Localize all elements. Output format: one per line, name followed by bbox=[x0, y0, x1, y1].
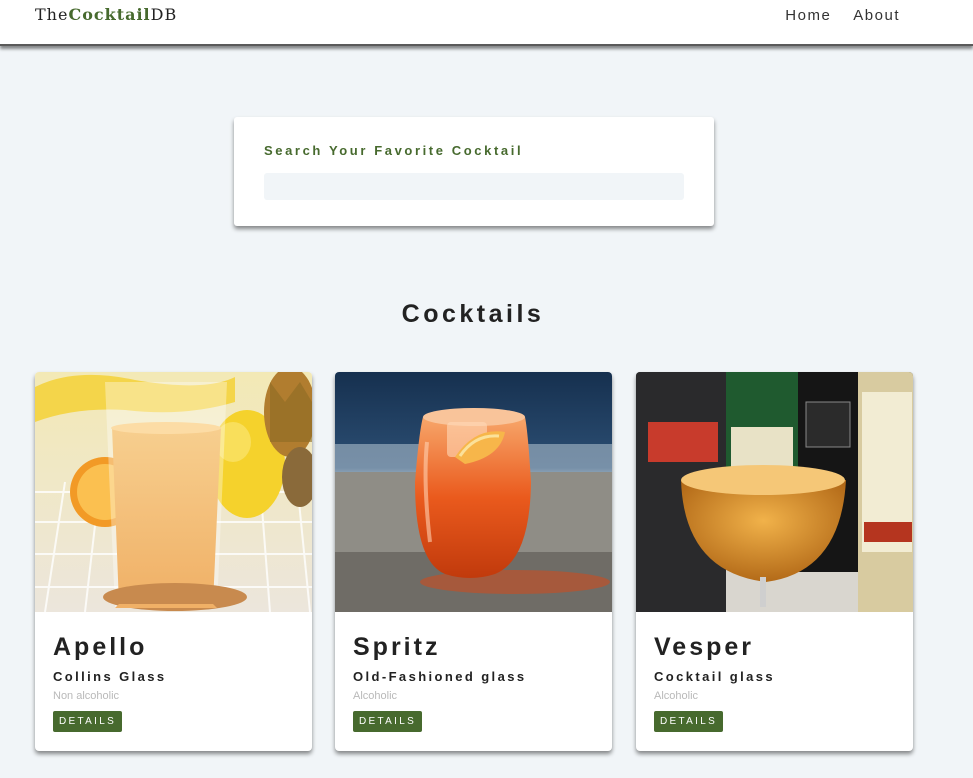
cocktail-name: Apello bbox=[53, 633, 148, 661]
section-title: Cocktails bbox=[401, 300, 545, 328]
cocktail-name: Spritz bbox=[353, 633, 441, 661]
cocktail-image bbox=[335, 372, 612, 612]
nav-links: Home About bbox=[785, 7, 900, 24]
cocktail-card: Apello Collins Glass Non alcoholic DETAI… bbox=[35, 372, 312, 751]
cocktail-card: Vesper Cocktail glass Alcoholic DETAILS bbox=[636, 372, 913, 751]
cocktail-glass: Old-Fashioned glass bbox=[353, 669, 527, 684]
details-button[interactable]: DETAILS bbox=[654, 711, 724, 732]
cocktail-info: Alcoholic bbox=[353, 690, 398, 702]
search-label: Search Your Favorite Cocktail bbox=[264, 143, 524, 158]
cocktail-glass: Cocktail glass bbox=[654, 669, 776, 684]
site-logo[interactable]: TheCocktailDB bbox=[35, 5, 177, 24]
search-input[interactable] bbox=[264, 173, 684, 200]
cocktail-image bbox=[35, 372, 312, 612]
search-form: Search Your Favorite Cocktail bbox=[234, 117, 714, 226]
cocktail-name: Vesper bbox=[654, 633, 755, 661]
details-button[interactable]: DETAILS bbox=[353, 711, 423, 732]
navbar: TheCocktailDB Home About bbox=[0, 0, 973, 46]
logo-prefix: The bbox=[35, 5, 69, 24]
nav-link-about[interactable]: About bbox=[853, 7, 900, 24]
cocktail-glass: Collins Glass bbox=[53, 669, 167, 684]
nav-link-home[interactable]: Home bbox=[785, 7, 831, 24]
cocktail-image bbox=[636, 372, 913, 612]
logo-suffix: DB bbox=[150, 5, 178, 24]
logo-accent: Cocktail bbox=[68, 5, 151, 24]
cocktail-info: Non alcoholic bbox=[53, 690, 120, 702]
details-button[interactable]: DETAILS bbox=[53, 711, 123, 732]
cocktail-info: Alcoholic bbox=[654, 690, 699, 702]
cocktail-card: Spritz Old-Fashioned glass Alcoholic DET… bbox=[335, 372, 612, 751]
